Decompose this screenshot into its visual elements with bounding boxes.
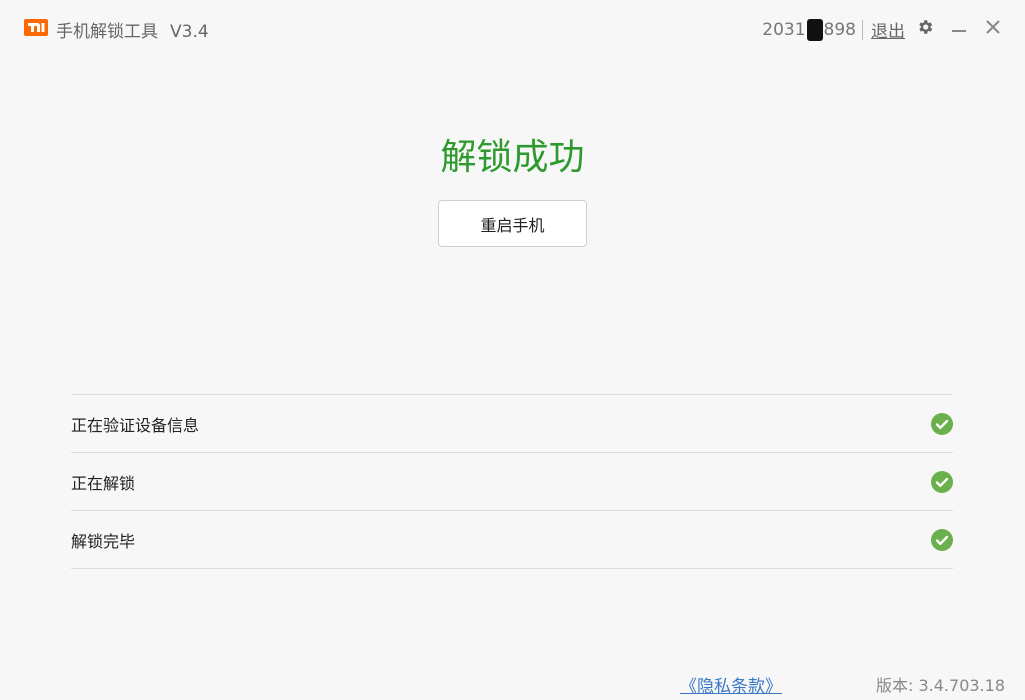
account-id-suffix: 898: [823, 19, 856, 40]
step-label: 正在解锁: [71, 473, 136, 493]
settings-icon[interactable]: [915, 16, 935, 38]
app-window: 手机解锁工具 V3.4 2031 898 退出 解锁成功 重启手机 正在验证设备信息: [0, 0, 1025, 700]
window-controls: [915, 16, 1003, 38]
progress-steps: 正在验证设备信息 正在解锁 解锁完毕: [71, 394, 953, 569]
check-circle-icon: [931, 470, 953, 493]
title-bar: 手机解锁工具 V3.4 2031 898 退出: [0, 0, 1025, 56]
privacy-policy-link[interactable]: 《隐私条款》: [680, 672, 782, 697]
account-id-prefix: 2031: [762, 19, 806, 40]
check-circle-icon: [931, 412, 953, 435]
step-row: 正在解锁: [71, 453, 953, 511]
app-version: V3.4: [170, 22, 209, 42]
step-row: 正在验证设备信息: [71, 395, 953, 453]
app-title: 手机解锁工具 V3.4: [56, 17, 209, 42]
minimize-icon[interactable]: [949, 16, 969, 38]
account-area: 2031 898 退出: [762, 17, 905, 42]
step-label: 解锁完毕: [71, 531, 136, 551]
step-label: 正在验证设备信息: [71, 415, 200, 435]
reboot-phone-button[interactable]: 重启手机: [438, 200, 587, 247]
app-name: 手机解锁工具: [56, 22, 158, 42]
redaction-block: [806, 18, 823, 41]
mi-logo-icon: [24, 19, 48, 36]
step-row: 解锁完毕: [71, 511, 953, 569]
logout-link[interactable]: 退出: [871, 17, 905, 42]
version-label: 版本: 3.4.703.18: [876, 676, 1005, 695]
close-icon[interactable]: [983, 16, 1003, 38]
divider: [862, 19, 863, 40]
result-title: 解锁成功: [440, 137, 585, 178]
check-circle-icon: [931, 528, 953, 551]
